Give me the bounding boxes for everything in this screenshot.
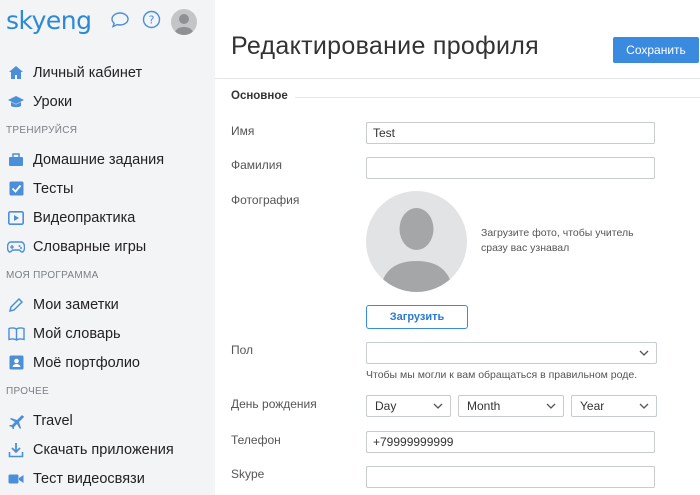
help-icon[interactable]: ?	[142, 10, 161, 29]
sidebar-item-label: Видеопрактика	[33, 209, 136, 226]
sidebar-nav: Личный кабинет Уроки ТРЕНИРУЙСЯ Домашние…	[0, 58, 215, 493]
birthday-day-select[interactable]: Day	[366, 395, 451, 417]
sidebar-item-dictionary[interactable]: Мой словарь	[0, 319, 215, 348]
sidebar-item-word-games[interactable]: Словарные игры	[0, 232, 215, 261]
save-button[interactable]: Сохранить	[613, 37, 699, 63]
birthday-month-select[interactable]: Month	[458, 395, 564, 417]
chevron-down-icon	[639, 350, 649, 356]
play-icon	[7, 209, 25, 227]
day-select-value: Day	[375, 399, 397, 413]
sidebar-item-label: Тест видеосвязи	[33, 470, 145, 487]
gender-label: Пол	[231, 343, 254, 357]
section-header: МОЯ ПРОГРАММА	[6, 270, 99, 281]
briefcase-icon	[7, 151, 25, 169]
video-camera-icon	[7, 470, 25, 488]
svg-text:?: ?	[149, 14, 155, 27]
sidebar-item-label: Мой словарь	[33, 325, 121, 342]
chevron-down-icon	[546, 403, 556, 409]
plane-icon	[7, 412, 25, 430]
header-icons: ?	[110, 10, 161, 29]
phone-label: Телефон	[231, 433, 281, 447]
section-header: ПРОЧЕЕ	[6, 386, 50, 397]
skype-label: Skype	[231, 467, 265, 481]
gamepad-icon	[7, 238, 25, 256]
pencil-icon	[7, 296, 25, 314]
phone-field[interactable]	[366, 431, 655, 453]
home-icon	[7, 64, 25, 82]
sidebar-item-lessons[interactable]: Уроки	[0, 87, 215, 116]
portfolio-icon	[7, 354, 25, 372]
month-select-value: Month	[467, 399, 501, 413]
book-icon	[7, 325, 25, 343]
sidebar-item-videopractice[interactable]: Видеопрактика	[0, 203, 215, 232]
section-divider	[295, 97, 700, 98]
surname-field[interactable]	[366, 157, 655, 179]
skyeng-logo[interactable]: skyeng	[6, 6, 92, 35]
birthday-year-select[interactable]: Year	[571, 395, 657, 417]
name-field[interactable]	[366, 122, 655, 144]
sidebar: skyeng ? Личный кабинет Уроки ТРЕНИРУЙСЯ…	[0, 0, 215, 495]
sidebar-item-label: Моё портфолио	[33, 354, 141, 371]
sidebar-item-label: Домашние задания	[33, 151, 165, 168]
checkbox-icon	[7, 180, 25, 198]
photo-placeholder	[366, 191, 467, 292]
upload-button[interactable]: Загрузить	[366, 305, 468, 329]
sidebar-item-label: Личный кабинет	[33, 64, 143, 81]
sidebar-item-tests[interactable]: Тесты	[0, 174, 215, 203]
sidebar-item-dashboard[interactable]: Личный кабинет	[0, 58, 215, 87]
graduation-cap-icon	[7, 93, 25, 111]
sidebar-item-travel[interactable]: Travel	[0, 406, 215, 435]
download-icon	[7, 441, 25, 459]
sidebar-item-label: Словарные игры	[33, 238, 147, 255]
year-select-value: Year	[580, 399, 605, 413]
chat-icon[interactable]	[110, 11, 130, 29]
sidebar-item-video-test[interactable]: Тест видеосвязи	[0, 464, 215, 493]
gender-select[interactable]	[366, 342, 657, 364]
user-avatar[interactable]	[171, 9, 197, 35]
photo-label: Фотография	[231, 193, 300, 207]
skype-field[interactable]	[366, 466, 655, 488]
birthday-label: День рождения	[231, 397, 317, 411]
sidebar-item-label: Тесты	[33, 180, 74, 197]
sidebar-item-homework[interactable]: Домашние задания	[0, 145, 215, 174]
section-header: ТРЕНИРУЙСЯ	[6, 125, 78, 136]
chevron-down-icon	[433, 403, 443, 409]
chevron-down-icon	[639, 403, 649, 409]
sidebar-item-portfolio[interactable]: Моё портфолио	[0, 348, 215, 377]
sidebar-item-label: Мои заметки	[33, 296, 119, 313]
sidebar-item-label: Travel	[33, 412, 73, 429]
sidebar-item-notes[interactable]: Мои заметки	[0, 290, 215, 319]
section-title: Основное	[231, 90, 288, 102]
page-header: Редактирование профиля Сохранить	[215, 0, 700, 79]
sidebar-item-label: Уроки	[33, 93, 73, 110]
gender-hint: Чтобы мы могли к вам обращаться в правил…	[366, 369, 638, 381]
photo-hint: Загрузите фото, чтобы учитель сразу вас …	[481, 227, 634, 254]
user-silhouette-icon	[380, 208, 453, 292]
page-title: Редактирование профиля	[231, 32, 539, 60]
sidebar-item-label: Скачать приложения	[33, 441, 174, 458]
name-label: Имя	[231, 124, 255, 138]
sidebar-item-download-apps[interactable]: Скачать приложения	[0, 435, 215, 464]
surname-label: Фамилия	[231, 158, 282, 172]
main-content: Редактирование профиля Сохранить Основно…	[215, 0, 700, 495]
